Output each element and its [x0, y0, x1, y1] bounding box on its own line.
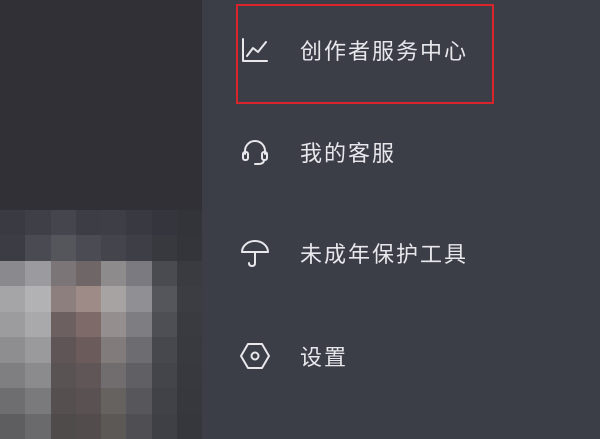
menu-item-creator-center[interactable]: 创作者服务中心 [202, 0, 600, 100]
pixelated-image [0, 210, 202, 439]
chart-line-icon [238, 33, 272, 67]
umbrella-icon [238, 236, 272, 270]
headset-icon [238, 135, 272, 169]
app-screen: 创作者服务中心 我的客服 未成年保护工具 设置 [0, 0, 600, 439]
menu-item-minor-protection[interactable]: 未成年保护工具 [202, 203, 600, 303]
side-drawer-menu: 创作者服务中心 我的客服 未成年保护工具 设置 [202, 0, 600, 439]
menu-item-label: 未成年保护工具 [300, 243, 469, 268]
menu-item-label: 创作者服务中心 [300, 40, 469, 65]
menu-item-label: 设置 [300, 346, 349, 371]
menu-item-customer-service[interactable]: 我的客服 [202, 102, 600, 202]
menu-item-label: 我的客服 [300, 142, 397, 167]
dimmed-backdrop[interactable] [0, 0, 202, 439]
settings-hexagon-icon [238, 339, 272, 373]
menu-item-settings[interactable]: 设置 [202, 306, 600, 406]
